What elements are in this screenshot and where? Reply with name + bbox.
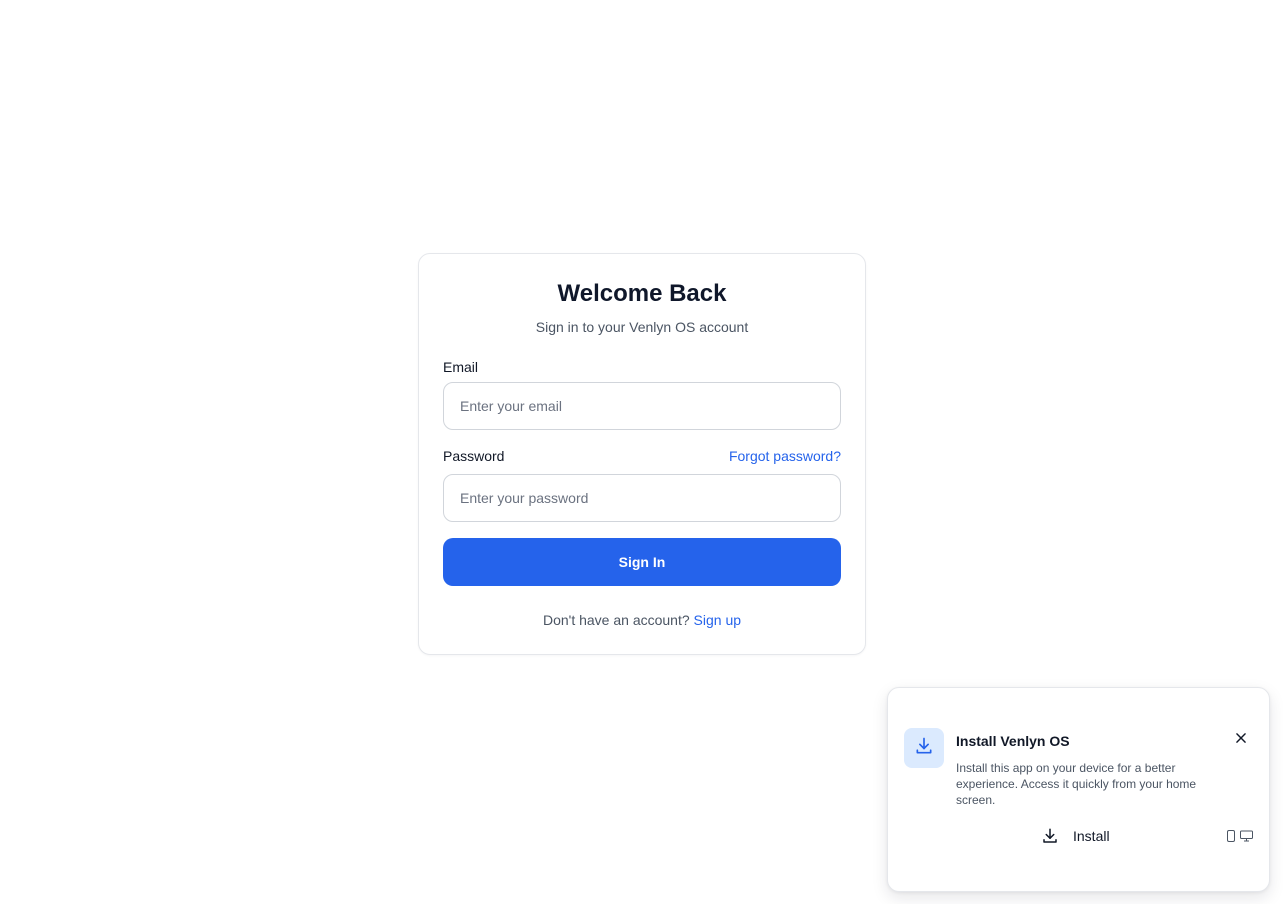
signup-prompt: Don't have an account? xyxy=(542,612,690,628)
password-field[interactable] xyxy=(443,474,841,522)
download-icon xyxy=(1041,827,1059,845)
download-icon xyxy=(914,736,934,761)
password-label: Password xyxy=(443,448,505,464)
signup-row: Don't have an account? Sign up xyxy=(419,610,865,630)
install-button[interactable]: Install xyxy=(1041,824,1110,848)
install-description: Install this app on your device for a be… xyxy=(956,761,1197,807)
monitor-icon xyxy=(1240,830,1253,842)
page-title: Welcome Back xyxy=(557,280,727,307)
device-icons xyxy=(1226,830,1253,842)
install-title: Install Venlyn OS xyxy=(956,733,1070,749)
close-icon xyxy=(1234,731,1248,750)
install-prompt: Install Venlyn OS Install this app on yo… xyxy=(887,687,1270,892)
sign-up-link[interactable]: Sign up xyxy=(694,612,741,628)
email-label: Email xyxy=(443,359,479,375)
install-icon-container xyxy=(904,728,944,768)
email-field[interactable] xyxy=(443,382,841,430)
sign-in-button[interactable]: Sign In xyxy=(443,538,841,586)
install-button-label: Install xyxy=(1073,828,1110,844)
smartphone-icon xyxy=(1226,830,1236,842)
page-subtitle: Sign in to your Venlyn OS account xyxy=(535,319,749,335)
login-card: Welcome Back Sign in to your Venlyn OS a… xyxy=(418,253,866,655)
close-button[interactable] xyxy=(1233,732,1249,748)
forgot-password-link[interactable]: Forgot password? xyxy=(729,446,841,466)
